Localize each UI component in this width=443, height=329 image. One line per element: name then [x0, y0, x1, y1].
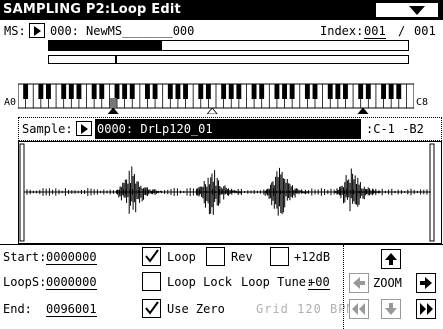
zoom-full-left-button[interactable] — [349, 299, 369, 319]
loops-value[interactable]: 0000000 — [46, 275, 97, 290]
black-key[interactable] — [381, 84, 386, 99]
chevron-down-icon — [409, 6, 425, 15]
range-marker-icon — [107, 107, 119, 114]
end-value[interactable]: 0096001 — [46, 302, 97, 317]
black-key[interactable] — [23, 84, 29, 99]
looplock-checkbox[interactable] — [142, 272, 161, 291]
sample-range: :C-1 -B2 — [366, 122, 424, 136]
sample-value: 0000: DrLp120_01 — [97, 122, 213, 136]
black-key[interactable] — [304, 84, 310, 99]
black-key[interactable] — [327, 84, 333, 99]
start-label: Start: — [3, 250, 47, 264]
arrow-down-icon — [385, 303, 397, 315]
black-key[interactable] — [99, 84, 105, 99]
waveform — [19, 143, 435, 242]
black-key[interactable] — [358, 84, 364, 99]
looptune-value[interactable]: +00 — [308, 275, 330, 290]
ms-range-fill — [49, 41, 162, 50]
range-marker-icon — [357, 107, 369, 114]
index-range-marker — [115, 56, 117, 63]
black-key[interactable] — [175, 84, 181, 99]
usezero-check-icon — [145, 301, 159, 315]
loop-checkbox[interactable] — [142, 247, 161, 266]
black-key[interactable] — [38, 84, 44, 99]
index-value[interactable]: 001 — [364, 24, 386, 39]
looplock-label: Loop Lock — [167, 275, 233, 289]
black-key[interactable] — [145, 84, 150, 99]
black-key[interactable] — [221, 84, 227, 99]
zoom-left-button[interactable] — [349, 273, 369, 293]
plus12db-checkbox[interactable] — [270, 247, 289, 266]
keyboard[interactable] — [18, 80, 414, 114]
black-key[interactable] — [129, 84, 135, 99]
index-total: 001 — [414, 24, 436, 38]
double-arrow-left-icon — [352, 303, 365, 315]
zoom-label: ZOOM — [373, 276, 402, 290]
black-key[interactable] — [198, 84, 204, 99]
black-key[interactable] — [152, 84, 158, 99]
zoom-right-button[interactable] — [416, 273, 436, 293]
rev-checkbox[interactable] — [206, 247, 225, 266]
arrow-up-icon — [385, 253, 397, 265]
zoom-down-button[interactable] — [381, 299, 401, 319]
usezero-label: Use Zero — [167, 302, 225, 316]
black-key[interactable] — [274, 84, 280, 99]
black-key[interactable] — [183, 84, 188, 99]
black-key[interactable] — [61, 84, 67, 99]
sample-label: Sample: — [22, 122, 73, 136]
black-key[interactable] — [228, 84, 234, 99]
end-label: End: — [3, 302, 32, 316]
black-key[interactable] — [259, 84, 265, 99]
ms-label: MS: — [4, 24, 26, 38]
ms-play-icon[interactable] — [29, 23, 45, 38]
black-key[interactable] — [114, 84, 120, 99]
black-key[interactable] — [282, 84, 287, 99]
black-key[interactable] — [167, 84, 173, 99]
black-key[interactable] — [91, 84, 97, 99]
black-key[interactable] — [396, 84, 402, 99]
page-menu-button[interactable] — [375, 2, 439, 18]
double-arrow-right-icon — [420, 303, 433, 315]
page-title: SAMPLING P2:Loop Edit — [3, 2, 181, 17]
plus12db-label: +12dB — [294, 250, 331, 264]
keyboard-low-label: A0 — [4, 97, 17, 108]
index-separator: / — [398, 24, 406, 38]
looptune-label: Loop Tune: — [241, 275, 314, 289]
black-key[interactable] — [46, 84, 51, 99]
ms-range-bar — [48, 40, 409, 51]
black-key[interactable] — [251, 84, 257, 99]
black-key[interactable] — [289, 84, 295, 99]
rev-label: Rev — [231, 250, 253, 264]
loops-label: LoopS: — [3, 275, 47, 289]
black-key[interactable] — [365, 84, 371, 99]
range-marker-icon — [206, 107, 218, 114]
black-key[interactable] — [122, 84, 128, 99]
black-key[interactable] — [312, 84, 318, 99]
black-key[interactable] — [343, 84, 348, 99]
loop-label: Loop — [167, 250, 196, 264]
start-marker[interactable] — [19, 143, 25, 242]
loop-check-icon — [145, 249, 159, 263]
ms-number[interactable]: 000: — [50, 24, 79, 38]
keyboard-high-label: C8 — [416, 97, 429, 108]
start-value[interactable]: 0000000 — [46, 250, 97, 265]
usezero-checkbox[interactable] — [142, 299, 161, 318]
index-label: Index: — [320, 24, 364, 38]
bpm-label: Grid 120 BPM — [256, 302, 355, 316]
black-key[interactable] — [68, 84, 74, 99]
black-key[interactable] — [335, 84, 341, 99]
black-key[interactable] — [236, 84, 242, 99]
selected-key — [109, 98, 117, 108]
ms-name[interactable]: NewMS_______000 — [86, 24, 194, 38]
zoom-full-right-button[interactable] — [416, 299, 436, 319]
black-key[interactable] — [205, 84, 211, 99]
black-key[interactable] — [76, 84, 82, 99]
zoom-up-button[interactable] — [381, 249, 401, 269]
sample-play-icon[interactable] — [76, 121, 92, 136]
index-range-bar — [48, 55, 409, 64]
arrow-right-icon — [420, 277, 432, 289]
arrow-left-icon — [353, 277, 365, 289]
black-key[interactable] — [388, 84, 394, 99]
waveform-trace — [26, 166, 431, 216]
